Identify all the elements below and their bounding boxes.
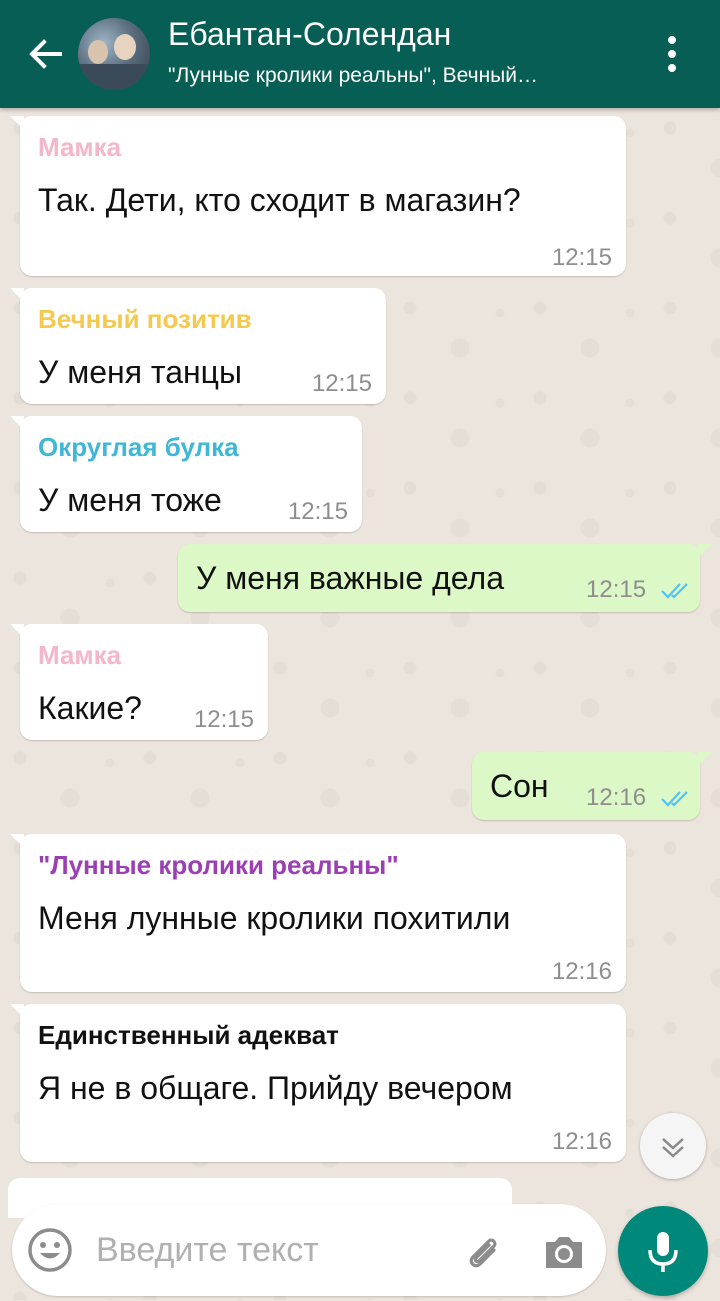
- message-sender: Мамка: [38, 132, 122, 162]
- message-time: 12:15: [586, 576, 647, 603]
- message-text: У меня тоже: [38, 482, 222, 518]
- microphone-icon: [648, 1232, 678, 1272]
- message-time: 12:15: [311, 370, 372, 397]
- read-ticks-icon: [661, 791, 688, 807]
- message-time: 12:15: [287, 498, 348, 525]
- message-time: 12:15: [551, 244, 612, 271]
- message-input[interactable]: [96, 1228, 436, 1272]
- message-composer: [12, 1204, 606, 1296]
- message-time: 12:16: [551, 958, 612, 985]
- message-text: У меня важные дела: [196, 560, 504, 596]
- read-ticks-icon: [661, 583, 688, 599]
- message-time: 12:16: [586, 784, 647, 811]
- message-text: Какие?: [38, 690, 142, 726]
- message-time: 12:16: [551, 1128, 612, 1155]
- message-text: Сон: [490, 768, 549, 804]
- message-text: Так. Дети, кто сходит в магазин?: [38, 182, 521, 218]
- emoji-icon[interactable]: [26, 1226, 74, 1274]
- message-text: Я не в общаге. Прийду вечером: [38, 1070, 513, 1106]
- message-bubble-outgoing[interactable]: Сон 12:16: [472, 752, 712, 820]
- paperclip-icon[interactable]: [460, 1228, 508, 1276]
- message-sender: Округлая булка: [38, 432, 239, 462]
- message-bubble-incoming[interactable]: Округлая булка У меня тоже 12:15: [10, 416, 362, 532]
- chat-header: Ебантан-Солендан "Лунные кролики реальны…: [0, 0, 720, 108]
- message-text: Меня лунные кролики похитили: [38, 900, 511, 936]
- scroll-to-bottom-button[interactable]: [640, 1113, 706, 1179]
- message-bubble-outgoing[interactable]: У меня важные дела 12:15: [178, 544, 712, 612]
- message-bubble-incoming[interactable]: Мамка Так. Дети, кто сходит в магазин? 1…: [10, 116, 626, 276]
- message-bubble-incoming[interactable]: Единственный адекват Я не в общаге. Прий…: [10, 1004, 626, 1162]
- group-avatar[interactable]: [78, 18, 150, 90]
- message-bubble-incoming[interactable]: "Лунные кролики реальны" Меня лунные кро…: [10, 834, 626, 992]
- message-time: 12:15: [193, 706, 254, 733]
- chevron-double-down-icon: [662, 1138, 684, 1158]
- more-vert-icon[interactable]: [650, 30, 694, 80]
- message-bubble-incoming[interactable]: Вечный позитив У меня танцы 12:15: [10, 288, 386, 404]
- camera-icon[interactable]: [540, 1228, 588, 1276]
- microphone-button[interactable]: [618, 1206, 708, 1296]
- message-sender: Мамка: [38, 640, 122, 670]
- message-text: У меня танцы: [38, 354, 242, 390]
- chat-title[interactable]: Ебантан-Солендан: [168, 16, 451, 53]
- message-sender: Вечный позитив: [38, 304, 252, 334]
- message-sender: "Лунные кролики реальны": [38, 850, 399, 880]
- message-bubble-incoming[interactable]: Мамка Какие? 12:15: [10, 624, 268, 740]
- message-sender: Единственный адекват: [38, 1020, 339, 1050]
- arrow-left-icon[interactable]: [20, 28, 72, 80]
- chat-participants[interactable]: "Лунные кролики реальны", Вечный…: [168, 64, 628, 88]
